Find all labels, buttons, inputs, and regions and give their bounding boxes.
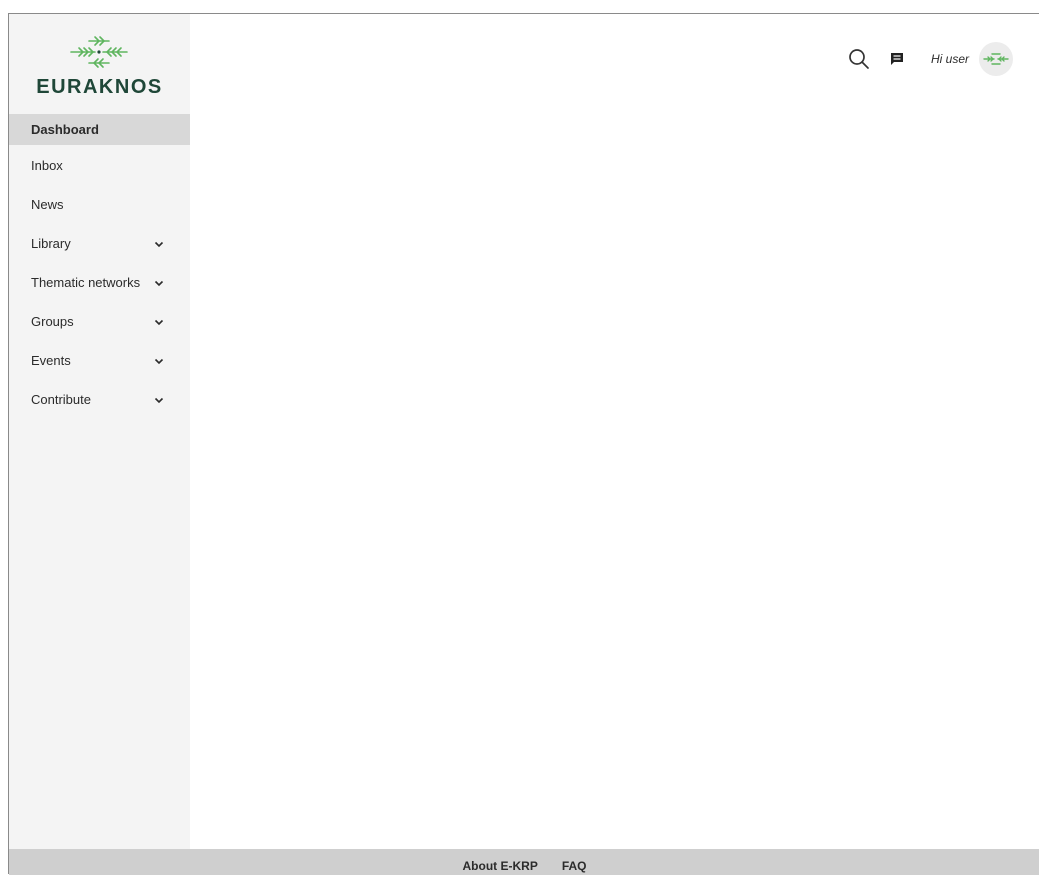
logo[interactable]: EURAKNOS (9, 14, 190, 114)
footer-link-about[interactable]: About E-KRP (463, 859, 538, 873)
sidebar-item-label: Thematic networks (31, 275, 141, 290)
user-greeting: Hi user (930, 52, 969, 66)
sidebar-item-library[interactable]: Library (9, 228, 190, 267)
chevron-down-icon[interactable] (154, 239, 164, 249)
header-actions: Hi user (847, 42, 1013, 76)
sidebar-nav: Dashboard Inbox News Library Thematic ne… (9, 114, 190, 423)
logo-wordmark: EURAKNOS (36, 76, 163, 98)
sidebar-item-news[interactable]: News (9, 189, 190, 228)
sidebar-item-events[interactable]: Events (9, 345, 190, 384)
sidebar: EURAKNOS Dashboard Inbox News Library Th… (9, 14, 190, 849)
sidebar-item-inbox[interactable]: Inbox (9, 150, 190, 189)
chevron-down-icon[interactable] (154, 356, 164, 366)
app-window: EURAKNOS Dashboard Inbox News Library Th… (8, 13, 1039, 875)
sidebar-item-label: Groups (31, 314, 74, 329)
sidebar-item-label: News (31, 197, 64, 212)
footer-link-faq[interactable]: FAQ (562, 859, 587, 873)
chevron-down-icon[interactable] (154, 278, 164, 288)
messages-button[interactable] (885, 47, 909, 71)
sidebar-item-label: Library (31, 236, 71, 251)
chevron-down-icon[interactable] (154, 395, 164, 405)
chevron-down-icon[interactable] (154, 317, 164, 327)
avatar[interactable] (979, 42, 1013, 76)
sidebar-item-label: Inbox (31, 158, 63, 173)
sidebar-item-contribute[interactable]: Contribute (9, 384, 190, 423)
wheat-logo-icon (983, 53, 1009, 65)
search-button[interactable] (847, 47, 871, 71)
sidebar-item-label: Events (31, 353, 71, 368)
sidebar-item-thematic-networks[interactable]: Thematic networks (9, 267, 190, 306)
sidebar-item-label: Contribute (31, 392, 91, 407)
search-icon (849, 49, 869, 69)
sidebar-item-dashboard[interactable]: Dashboard (9, 114, 190, 145)
wheat-logo-icon (70, 36, 128, 68)
message-icon (890, 53, 903, 65)
sidebar-item-groups[interactable]: Groups (9, 306, 190, 345)
sidebar-item-label: Dashboard (31, 122, 99, 137)
footer: About E-KRP FAQ (9, 849, 1039, 875)
